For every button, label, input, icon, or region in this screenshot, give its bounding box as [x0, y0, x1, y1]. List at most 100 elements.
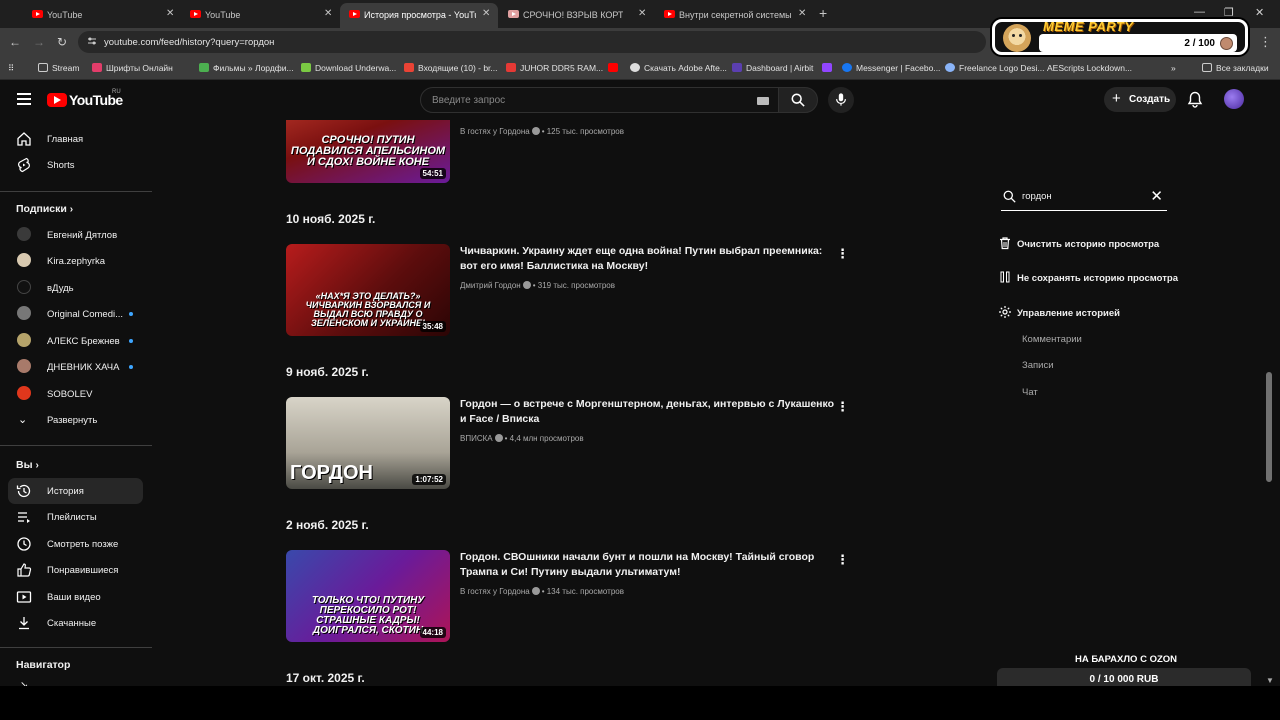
sidebar-item-downloads[interactable]: Скачанные — [8, 610, 143, 636]
sidebar-item-your-videos[interactable]: Ваши видео — [8, 584, 143, 610]
avatar[interactable] — [1224, 89, 1244, 109]
scrollbar-thumb[interactable] — [1266, 372, 1272, 482]
meme-title: MEME PARTY — [1043, 19, 1134, 34]
youtube-favicon-icon — [190, 10, 201, 18]
search-button[interactable] — [778, 87, 818, 113]
watch-later-icon — [17, 537, 31, 551]
channel-avatar — [17, 280, 31, 294]
video-title[interactable]: Гордон. СВОшники начали бунт и пошли на … — [460, 550, 840, 580]
more-actions-icon[interactable]: ⋮ — [836, 552, 849, 568]
channel-avatar — [17, 227, 31, 241]
sidebar-item-home[interactable]: Главная — [8, 126, 143, 152]
subscriptions-heading[interactable]: Подписки › — [16, 203, 73, 215]
history-search-input[interactable]: гордон ✕ — [1001, 186, 1167, 211]
sidebar-item-watch-later[interactable]: Смотреть позже — [8, 531, 143, 557]
browser-tab[interactable]: YouTube ✕ — [158, 3, 342, 28]
site-settings-icon[interactable] — [87, 36, 97, 46]
video-thumbnail[interactable]: «НАХ*Я ЭТО ДЕЛАТЬ?» ЧИЧВАРКИН ВЗОРВАЛСЯ … — [286, 244, 450, 336]
you-heading[interactable]: Вы › — [16, 459, 39, 471]
bookmark-item[interactable]: Фильмы » Лордфи... — [199, 63, 294, 73]
bookmark-item[interactable]: Скачать Adobe Afte... — [630, 63, 727, 73]
bookmark-item[interactable]: Freelance Logo Desi... — [945, 63, 1045, 73]
video-item[interactable]: ТОЛЬКО ЧТО! ПУТИНУ ПЕРЕКОСИЛО РОТ! СТРАШ… — [286, 550, 849, 642]
sidebar-item-history[interactable]: История — [8, 478, 143, 504]
maximize-icon[interactable]: ❐ — [1224, 6, 1234, 19]
sidebar-divider — [0, 445, 152, 446]
clear-search-icon[interactable]: ✕ — [1150, 187, 1163, 205]
bookmark-item[interactable]: JUHOR DDR5 RAM... — [506, 63, 603, 73]
bookmark-favicon-icon — [301, 63, 311, 72]
reload-icon[interactable]: ↻ — [57, 35, 67, 49]
url-bar[interactable]: youtube.com/feed/history?query=гордон — [78, 31, 986, 53]
clear-history-button[interactable]: Очистить историю просмотра — [998, 236, 1159, 250]
bookmark-item[interactable]: Stream — [38, 63, 79, 73]
video-item[interactable]: СРОЧНО! ПУТИН ПОДАВИЛСЯ АПЕЛЬСИНОМ И СДО… — [286, 120, 846, 183]
sidebar-item-subscription[interactable]: Original Comedi... — [8, 301, 143, 327]
sidebar-item-subscription[interactable]: ДНЕВНИК ХАЧА — [8, 354, 143, 380]
keyboard-icon[interactable] — [757, 97, 769, 105]
more-bookmarks-icon[interactable]: » — [1171, 63, 1176, 73]
sidebar-item-subscription[interactable]: АЛЕКС Брежнев — [8, 328, 143, 354]
all-bookmarks[interactable]: Все закладки — [1202, 63, 1269, 73]
bookmark-item[interactable] — [822, 63, 836, 73]
sidebar-item-liked[interactable]: Понравившиеся — [8, 557, 143, 583]
browser-tab-active[interactable]: История просмотра - YouTube ✕ — [340, 3, 498, 28]
youtube-header: YouTube RU Введите запрос + Создать — [0, 80, 1280, 120]
close-window-icon[interactable]: ✕ — [1255, 6, 1264, 19]
bookmark-item[interactable]: Шрифты Онлайн — [92, 63, 173, 73]
more-actions-icon[interactable]: ⋮ — [836, 399, 849, 415]
scroll-down-icon[interactable]: ▼ — [1266, 676, 1274, 685]
url-text: youtube.com/feed/history?query=гордон — [104, 37, 275, 48]
browser-tab[interactable]: Внутри секретной системы пр ✕ — [632, 3, 816, 28]
manage-history-button[interactable]: Управление историей — [998, 305, 1120, 319]
search-icon — [1003, 190, 1016, 203]
forward-icon[interactable]: → — [33, 35, 45, 49]
browser-menu-icon[interactable]: ⋮ — [1259, 34, 1272, 50]
video-title[interactable]: Чичваркин. Украину ждет еще одна война! … — [460, 244, 840, 274]
bookmark-item[interactable]: Messenger | Facebo... — [842, 63, 940, 73]
video-title[interactable]: Гордон — о встрече с Моргенштерном, день… — [460, 397, 840, 427]
search-input[interactable]: Введите запрос — [420, 87, 780, 113]
sidebar-item-shorts[interactable]: Shorts — [8, 152, 143, 178]
bookmark-item[interactable]: Входящие (10) - br... — [404, 63, 498, 73]
bookmark-favicon-icon — [945, 63, 955, 72]
manage-posts-link[interactable]: Записи — [1022, 360, 1054, 371]
back-icon[interactable]: ← — [9, 35, 21, 49]
history-search-query: гордон — [1022, 191, 1052, 202]
bookmark-item[interactable]: Dashboard | Airbit — [732, 63, 813, 73]
sidebar-item-subscription[interactable]: SOBOLEV — [8, 381, 143, 407]
menu-icon[interactable] — [17, 93, 31, 105]
verified-icon — [494, 434, 503, 442]
more-actions-icon[interactable]: ⋮ — [836, 246, 849, 262]
video-item[interactable]: ГОРДОН 1:07:52 Гордон — о встрече с Морг… — [286, 397, 849, 489]
bookmark-item[interactable]: AEScripts Lockdown... — [1047, 63, 1132, 73]
voice-search-button[interactable] — [828, 87, 854, 113]
video-item[interactable]: «НАХ*Я ЭТО ДЕЛАТЬ?» ЧИЧВАРКИН ВЗОРВАЛСЯ … — [286, 244, 849, 336]
sidebar-item-subscription[interactable]: вДудь — [8, 275, 143, 301]
sidebar-item-playlists[interactable]: Плейлисты — [8, 504, 143, 530]
manage-chat-link[interactable]: Чат — [1022, 387, 1038, 398]
create-button[interactable]: + Создать — [1104, 87, 1176, 112]
new-tab-icon[interactable]: + — [819, 5, 827, 21]
gear-icon — [999, 306, 1011, 318]
close-tab-icon[interactable]: ✕ — [324, 8, 332, 19]
video-thumbnail[interactable]: СРОЧНО! ПУТИН ПОДАВИЛСЯ АПЕЛЬСИНОМ И СДО… — [286, 120, 450, 183]
sidebar-item-expand[interactable]: ⌄ Развернуть — [8, 407, 143, 433]
youtube-favicon-icon — [349, 10, 360, 18]
sidebar-item-subscription[interactable]: Евгений Дятлов — [8, 222, 143, 248]
youtube-logo-icon[interactable] — [47, 93, 67, 107]
close-tab-icon[interactable]: ✕ — [798, 8, 806, 19]
video-duration: 1:07:52 — [412, 474, 446, 485]
pause-history-button[interactable]: Не сохранять историю просмотра — [998, 270, 1178, 284]
apps-icon[interactable]: ⠿ — [8, 63, 14, 74]
sidebar-item-subscription[interactable]: Kira.zephyrka — [8, 248, 143, 274]
bookmark-favicon-icon — [92, 63, 102, 72]
manage-comments-link[interactable]: Комментарии — [1022, 334, 1082, 345]
minimize-icon[interactable]: — — [1194, 6, 1205, 18]
bookmark-item[interactable]: Download Underwa... — [301, 63, 396, 73]
video-thumbnail[interactable]: ГОРДОН 1:07:52 — [286, 397, 450, 489]
video-thumbnail[interactable]: ТОЛЬКО ЧТО! ПУТИНУ ПЕРЕКОСИЛО РОТ! СТРАШ… — [286, 550, 450, 642]
notifications-bell-icon[interactable] — [1187, 91, 1203, 108]
bookmark-item[interactable] — [608, 63, 622, 73]
browser-tab[interactable]: YouTube ✕ — [0, 3, 184, 28]
